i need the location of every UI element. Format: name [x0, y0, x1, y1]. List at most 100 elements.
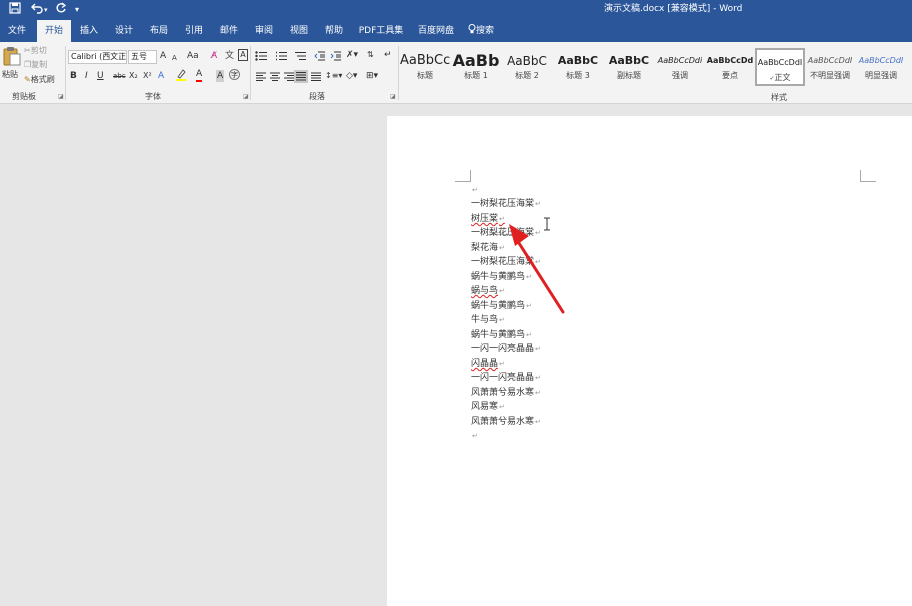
tab-view[interactable]: 视图 [285, 20, 313, 42]
align-center-icon[interactable] [270, 72, 280, 81]
crop-mark-left [455, 170, 471, 182]
clear-formatting-icon[interactable]: A̸ [211, 50, 217, 62]
undo-icon[interactable] [31, 2, 44, 19]
tab-layout[interactable]: 布局 [145, 20, 173, 42]
doc-line[interactable]: 蜗与鸟↵ [471, 284, 505, 298]
font-launcher-icon[interactable]: ◪ [243, 93, 249, 100]
underline-button[interactable]: U [97, 70, 104, 82]
tab-review[interactable]: 审阅 [250, 20, 278, 42]
style-title[interactable]: AaBbCc 标题 [400, 48, 450, 86]
bullets-icon[interactable] [255, 51, 269, 61]
align-right-icon[interactable] [284, 72, 294, 81]
doc-line[interactable]: ↵ [471, 183, 478, 197]
doc-line[interactable]: 风萧萧兮易水寒↵ [471, 386, 541, 400]
cut-button[interactable]: ✂剪切 [24, 46, 47, 56]
paragraph-launcher-icon[interactable]: ◪ [390, 93, 396, 100]
doc-line[interactable]: 一树梨花压海棠↵ [471, 197, 541, 211]
show-formatting-marks-icon[interactable]: ↵ [384, 49, 392, 61]
font-size-box[interactable]: 五号 [128, 50, 157, 64]
grow-font-button[interactable]: A [160, 50, 166, 62]
style-strong[interactable]: AaBbCcDd 要点 [705, 48, 755, 86]
copy-button[interactable]: ❐复制 [24, 60, 47, 70]
numbering-icon[interactable] [275, 51, 289, 61]
doc-line-selected[interactable]: 树压棠↵ [471, 212, 505, 226]
italic-button[interactable]: I [85, 70, 88, 82]
doc-line[interactable]: 一闪一闪亮晶晶↵ [471, 371, 541, 385]
highlight-button[interactable] [175, 69, 187, 85]
style-preview: AaBbCcDdI [858, 56, 904, 65]
paragraph-mark: ↵ [535, 374, 541, 382]
title-bar: ▾ ▾ 演示文稿.docx [兼容模式] - Word [0, 0, 912, 20]
doc-line[interactable]: 一闪一闪亮晶晶↵ [471, 342, 541, 356]
doc-line[interactable]: 牛与鸟↵ [471, 313, 505, 327]
tab-home[interactable]: 开始 [37, 20, 71, 42]
sort-icon[interactable]: ⇅ [367, 49, 374, 61]
line-text: 一树梨花压海棠 [471, 199, 535, 209]
style-heading-1[interactable]: AaBb 标题 1 [451, 48, 501, 86]
superscript-button[interactable]: X² [143, 70, 152, 82]
text-effects-button[interactable]: A [158, 70, 164, 82]
paste-button[interactable]: 粘贴 [2, 46, 22, 86]
style-preview: AaBbCcDdI [757, 58, 803, 67]
doc-line[interactable]: 闪晶晶↵ [471, 357, 505, 371]
subscript-button[interactable]: X₂ [129, 70, 138, 82]
paragraph-mark: ↵ [526, 331, 532, 339]
format-painter-label: 格式刷 [30, 75, 55, 84]
customize-quick-access-icon[interactable]: ▾ [75, 2, 79, 18]
font-color-button[interactable]: A [196, 69, 203, 82]
phonetic-guide-icon[interactable]: 文 [225, 50, 234, 62]
group-divider [250, 46, 251, 100]
paragraph-mark: ↵ [535, 200, 541, 208]
enclose-characters-icon[interactable]: 字 [229, 69, 240, 80]
justify-icon[interactable] [294, 70, 308, 83]
doc-line[interactable]: 梨花海↵ [471, 241, 505, 255]
align-left-icon[interactable] [256, 72, 266, 81]
multilevel-list-icon[interactable] [294, 51, 308, 61]
style-name: 标题 2 [515, 71, 539, 80]
borders-icon[interactable]: ⊞▾ [366, 70, 378, 82]
line-spacing-icon[interactable]: ↕≡▾ [325, 70, 342, 82]
style-subtle-emphasis[interactable]: AaBbCcDdI 不明显强调 [805, 48, 855, 86]
distributed-icon[interactable] [311, 72, 321, 81]
tab-pdf-tools[interactable]: PDF工具集 [356, 20, 406, 42]
character-shading-button[interactable]: A [216, 70, 225, 82]
decrease-indent-icon[interactable] [314, 51, 326, 61]
font-name-box[interactable]: Calibri (西文正文) [68, 50, 127, 64]
tab-insert[interactable]: 插入 [75, 20, 103, 42]
doc-line[interactable]: ↵ [471, 429, 478, 443]
style-intense-emphasis[interactable]: AaBbCcDdI 明显强调 [856, 48, 906, 86]
shrink-font-button[interactable]: A [172, 52, 177, 64]
style-emphasis[interactable]: AaBbCcDdi 强调 [655, 48, 705, 86]
tab-help[interactable]: 帮助 [320, 20, 348, 42]
tab-design[interactable]: 设计 [110, 20, 138, 42]
tab-file[interactable]: 文件 [2, 20, 32, 42]
doc-line[interactable]: 风萧萧兮易水寒↵ [471, 415, 541, 429]
document-page[interactable]: ↵ 一树梨花压海棠↵ 树压棠↵ 一树梨花压海棠↵ 梨花海↵ 一树梨花压海棠↵ 蜗… [387, 116, 912, 606]
format-painter-button[interactable]: ✎格式刷 [24, 75, 55, 85]
shading-icon[interactable]: ◇▾ [346, 70, 357, 82]
save-icon[interactable] [9, 2, 21, 19]
style-heading-3[interactable]: AaBbC 标题 3 [553, 48, 603, 86]
doc-line[interactable]: 风易寒↵ [471, 400, 505, 414]
bold-button[interactable]: B [70, 70, 77, 82]
style-subtitle[interactable]: AaBbC 副标题 [604, 48, 654, 86]
undo-dropdown-icon[interactable]: ▾ [44, 2, 48, 18]
tab-references[interactable]: 引用 [180, 20, 208, 42]
style-preview: AaBbC [507, 54, 547, 68]
strikethrough-button[interactable]: abc [113, 70, 126, 82]
doc-line[interactable]: 蜗牛与黄鹂鸟↵ [471, 328, 532, 342]
change-case-button[interactable]: Aa [187, 50, 199, 62]
chinese-layout-icon[interactable]: ✗▾ [346, 49, 358, 61]
style-normal[interactable]: AaBbCcDdI ✓正文 [755, 48, 805, 86]
style-heading-2[interactable]: AaBbC 标题 2 [502, 48, 552, 86]
clipboard-launcher-icon[interactable]: ◪ [58, 93, 64, 100]
increase-indent-icon[interactable] [330, 51, 342, 61]
character-border-icon[interactable]: A [238, 49, 248, 61]
line-text: 风萧萧兮易水寒 [471, 388, 535, 398]
crop-mark-right [860, 170, 876, 182]
tab-mailings[interactable]: 邮件 [215, 20, 243, 42]
style-normal-label: 正文 [774, 73, 791, 82]
redo-icon[interactable] [55, 2, 67, 19]
tab-baidu-netdisk[interactable]: 百度网盘 [415, 20, 457, 42]
tab-search[interactable]: 搜索 [464, 20, 498, 42]
